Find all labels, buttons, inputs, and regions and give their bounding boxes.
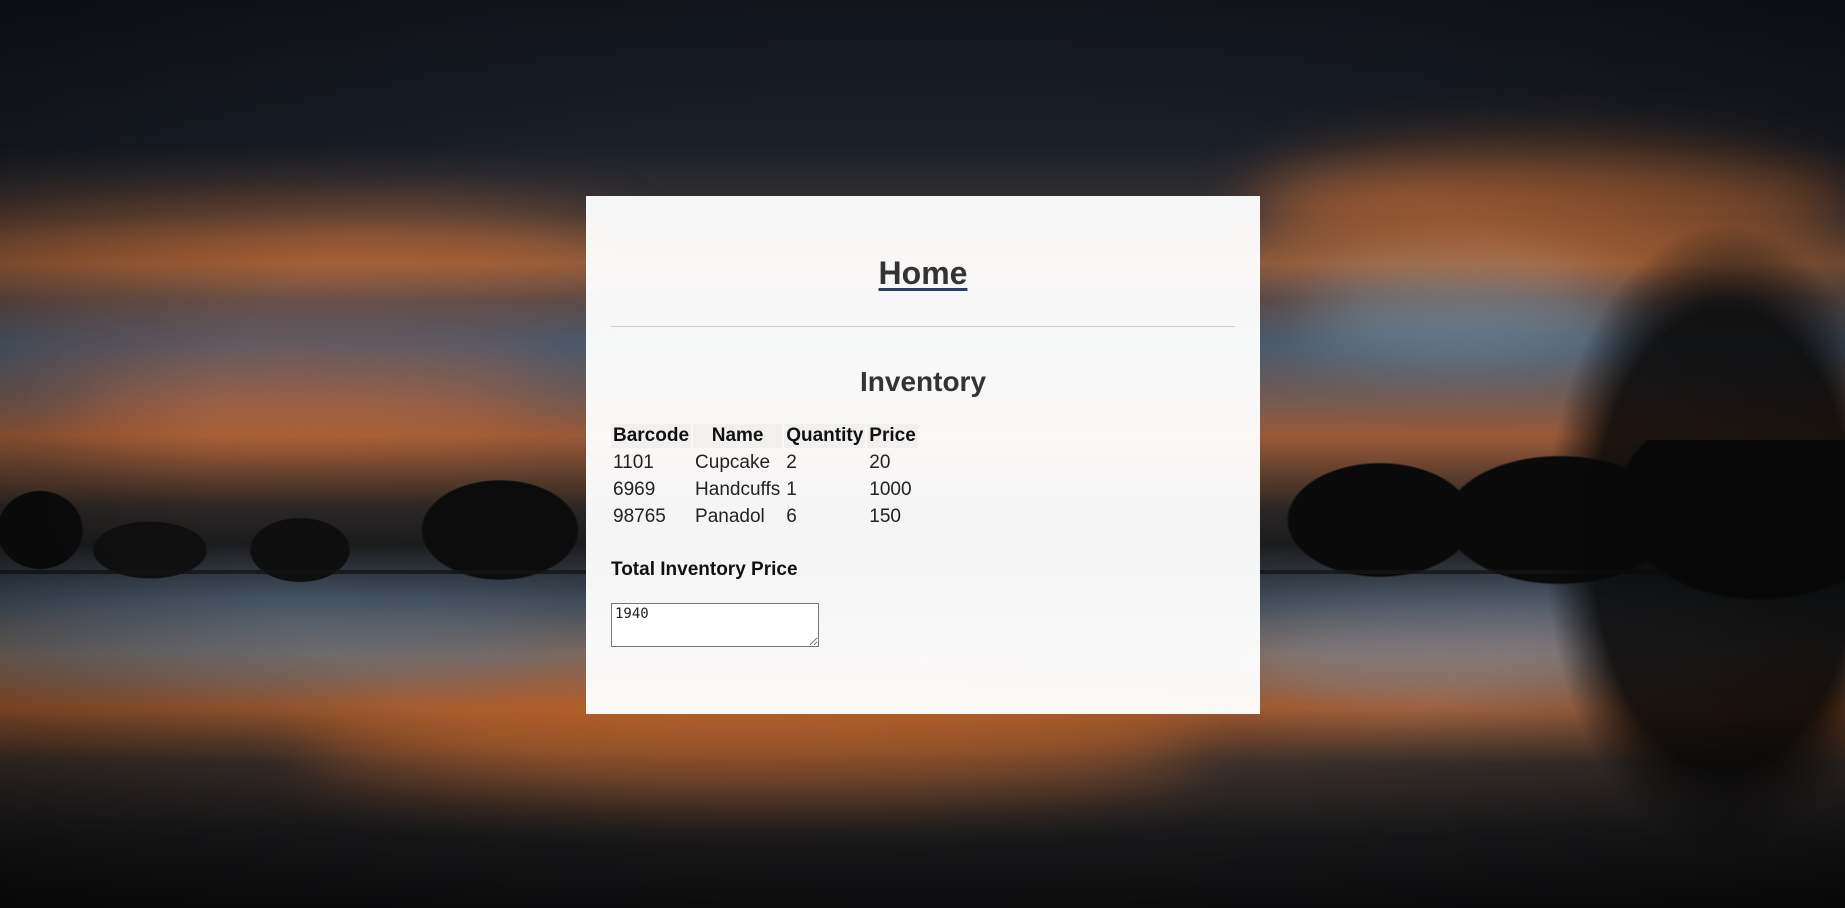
total-inventory-price-field[interactable]: 1940 bbox=[611, 603, 819, 647]
column-header-barcode: Barcode bbox=[611, 424, 692, 448]
table-row: 6969 Handcuffs 1 1000 bbox=[611, 477, 918, 502]
column-header-name: Name bbox=[693, 424, 783, 448]
content-panel: Home Inventory Barcode Name Quantity Pri… bbox=[586, 196, 1260, 714]
table-row: 98765 Panadol 6 150 bbox=[611, 504, 918, 529]
cell-price: 150 bbox=[869, 506, 901, 527]
cell-price: 20 bbox=[869, 452, 891, 473]
column-header-quantity: Quantity bbox=[784, 424, 866, 448]
divider bbox=[611, 326, 1235, 327]
cell-barcode: 6969 bbox=[613, 479, 656, 500]
cell-barcode: 1101 bbox=[613, 452, 654, 473]
column-header-price: Price bbox=[867, 424, 918, 448]
table-header-row: Barcode Name Quantity Price bbox=[611, 424, 918, 448]
cell-name: Panadol bbox=[695, 506, 765, 527]
cell-quantity: 1 bbox=[786, 479, 797, 500]
home-link[interactable]: Home bbox=[879, 255, 968, 291]
table-row: 1101 Cupcake 2 20 bbox=[611, 450, 918, 475]
cell-name: Handcuffs bbox=[695, 479, 781, 500]
cell-barcode: 98765 bbox=[613, 506, 666, 527]
total-inventory-price-label: Total Inventory Price bbox=[611, 559, 798, 580]
cell-name: Cupcake bbox=[695, 452, 771, 473]
cell-quantity: 6 bbox=[786, 506, 797, 527]
cell-quantity: 2 bbox=[786, 452, 797, 473]
inventory-table: Barcode Name Quantity Price 1101 Cupcake… bbox=[609, 422, 920, 531]
page-title: Home bbox=[611, 253, 1235, 293]
cell-price: 1000 bbox=[869, 479, 912, 500]
inventory-heading: Inventory bbox=[859, 366, 987, 397]
